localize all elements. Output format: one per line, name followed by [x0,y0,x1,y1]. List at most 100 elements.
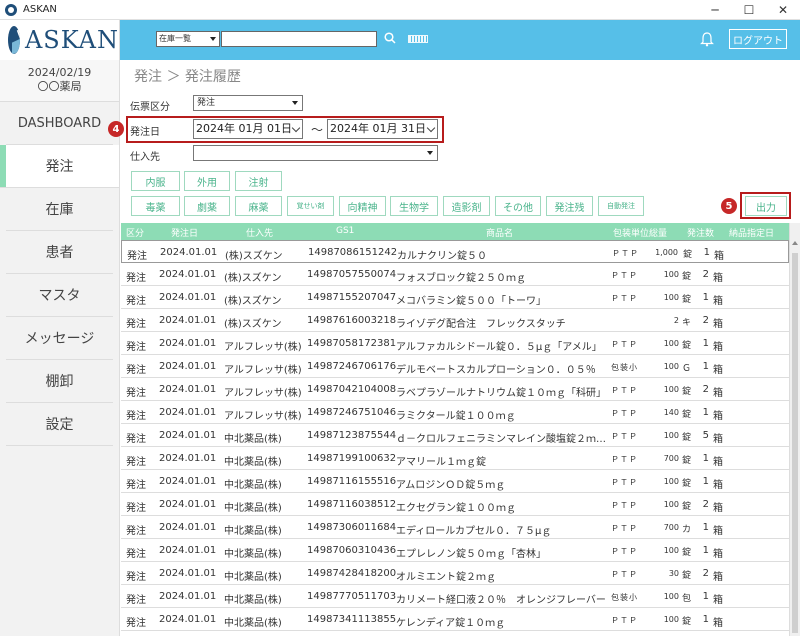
scroll-thumb[interactable] [792,253,798,633]
sidebar-item-settings[interactable]: 設定 [6,403,113,446]
filter-powerful-button[interactable]: 劇薬 [184,196,230,216]
row-quantity: 140 [663,408,679,417]
table-row[interactable]: 発注 2024.01.01 アルフレッサ(株) 14987246751046 ラミクター… [121,401,789,424]
table-row[interactable]: 発注 2024.01.01 中北薬品(株) 14987123875544 ｄ－クロルフェ… [121,424,789,447]
minimize-button[interactable]: ─ [698,0,732,20]
row-gs1: 14987770511703 [307,591,397,602]
row-product-name: メコバラミン錠５００「トーワ」 [396,296,546,307]
row-package: ＰＴＰ [611,455,638,464]
table-row[interactable]: 発注 2024.01.01 中北薬品(株) 14987060310436 エプレレノン錠… [121,539,789,562]
row-gs1: 14987116038512 [307,499,397,510]
filter-biological-button[interactable]: 生物学 [390,196,438,216]
row-quantity: 100 [663,293,679,302]
filter-narcotic-button[interactable]: 麻薬 [235,196,282,216]
filter-psychotropic-button[interactable]: 向精神 [339,196,386,216]
user-info: 2024/02/19 〇〇薬局 [0,60,119,102]
filter-external-button[interactable]: 外用 [184,171,230,191]
slip-type-select[interactable]: 発注 [193,95,303,111]
filter-injection-button[interactable]: 注射 [235,171,282,191]
row-product-name: カルナクリン錠５０ [397,251,487,262]
supplier-select[interactable] [193,145,438,161]
table-row[interactable]: 発注 2024.01.01 中北薬品(株) 14987199100632 アマリール１ｍ… [121,447,789,470]
bell-icon[interactable] [700,31,714,47]
col-gs1[interactable]: GS1 [336,226,354,236]
table-row[interactable]: 発注 2024.01.01 中北薬品(株) 14987116038512 エクセグラン錠… [121,493,789,516]
row-package: ＰＴＰ [611,501,638,510]
col-kind[interactable]: 区分 [126,226,144,239]
current-date: 2024/02/19 [27,66,92,79]
export-button[interactable]: 出力 [745,196,787,216]
row-kind: 発注 [126,273,146,284]
date-from-picker[interactable]: 2024年 01月 01日 [193,119,303,139]
row-date: 2024.01.01 [160,247,218,258]
row-count: 2 [702,269,709,280]
table-row[interactable]: 発注 2024.01.01 中北薬品(株) 14987306011684 エディロールカ… [121,516,789,539]
logout-button[interactable]: ログアウト [729,29,787,49]
search-category-select[interactable]: 在庫一覧 [156,31,220,47]
filter-other-button[interactable]: その他 [495,196,541,216]
filter-contrast-button[interactable]: 造影剤 [443,196,490,216]
row-count: 1 [702,591,709,602]
row-product-name: オルミエント錠２ｍｇ [396,572,496,583]
slip-type-label: 伝票区分 [130,102,170,113]
table-row[interactable]: 発注 2024.01.01 中北薬品(株) 14987428418200 オルミエント錠… [121,562,789,585]
row-supplier: 中北薬品(株) [224,618,282,629]
table-row[interactable]: 発注 2024.01.01 (株)スズケン 14987616003218 ライゾデグ配合… [121,309,789,332]
order-history-table: 区分 発注日 仕入先 GS1 商品名 包装単位総量 発注数 納品指定日 発注 20… [121,223,789,636]
table-row[interactable]: 発注 2024.01.01 (株)スズケン 14987155207047 メコバラミン錠… [121,286,789,309]
sidebar-item-order[interactable]: 発注 [0,145,119,188]
close-button[interactable]: ✕ [766,0,800,20]
keyboard-icon[interactable] [408,35,428,43]
date-to-picker[interactable]: 2024年 01月 31日 [327,119,438,139]
maximize-button[interactable]: ☐ [732,0,766,20]
row-gs1: 14987341113855 [307,614,397,625]
filter-oral-button[interactable]: 内服 [131,171,180,191]
row-package: ＰＴＰ [611,547,638,556]
row-date: 2024.01.01 [159,522,217,533]
row-product-name: エディロールカプセル０．７５μｇ [396,526,552,537]
scroll-up-icon[interactable] [792,241,798,245]
table-scrollbar[interactable] [789,223,800,636]
col-count[interactable]: 発注数 [687,226,714,239]
sidebar-item-master[interactable]: マスタ [6,274,113,317]
sidebar-item-message[interactable]: メッセージ [6,317,113,360]
row-unit: 錠 [682,617,692,627]
table-row[interactable]: 発注 2024.01.01 (株)スズケン 14987086151242 カルナクリン錠… [121,240,789,263]
col-delivery[interactable]: 納品指定日 [729,226,774,239]
table-row[interactable]: 発注 2024.01.01 中北薬品(株) 14987341113855 ケレンディア錠… [121,608,789,631]
filter-auto-order-button[interactable]: 自動発注 [598,196,644,216]
row-product-name: ラベプラゾールナトリウム錠１０ｍｇ「科研」 [396,388,606,399]
row-kind: 発注 [126,296,146,307]
table-row[interactable]: 発注 2024.01.01 中北薬品(株) 14987770511703 カリメート経口… [121,585,789,608]
table-row[interactable]: 発注 2024.01.01 アルフレッサ(株) 14987042104008 ラベプラゾ… [121,378,789,401]
row-date: 2024.01.01 [159,315,217,326]
sidebar-item-stock[interactable]: 在庫 [6,188,113,231]
col-date[interactable]: 発注日 [171,226,198,239]
row-quantity: 100 [663,339,679,348]
table-row[interactable]: 発注 2024.01.01 アルフレッサ(株) 14987058172381 アルファカ… [121,332,789,355]
sidebar-item-patient[interactable]: 患者 [6,231,113,274]
filter-stimulant-button[interactable]: 覚せい剤 [287,196,334,216]
col-product[interactable]: 商品名 [486,226,513,239]
row-product-name: カリメート経口液２０％ オレンジフレーバー [396,595,606,606]
row-unit: 錠 [682,479,692,489]
row-supplier: 中北薬品(株) [224,503,282,514]
sidebar-item-dashboard[interactable]: DASHBOARD [6,102,113,145]
store-name: 〇〇薬局 [37,80,82,93]
row-supplier: 中北薬品(株) [224,549,282,560]
row-gs1: 14987155207047 [307,292,397,303]
search-icon[interactable] [384,32,396,44]
row-package: ＰＴＰ [611,478,638,487]
table-row[interactable]: 発注 2024.01.01 中北薬品(株) 14987116155516 アムロジンＯＤ… [121,470,789,493]
table-row[interactable]: 発注 2024.01.01 アルフレッサ(株) 14987246706176 デルモベー… [121,355,789,378]
sidebar-item-inventory[interactable]: 棚卸 [6,360,113,403]
col-package[interactable]: 包装単位総量 [613,226,667,239]
row-gs1: 14987123875544 [307,430,397,441]
table-row[interactable]: 発注 2024.01.01 (株)スズケン 14987057550074 フォスブロック… [121,263,789,286]
filter-poison-button[interactable]: 毒薬 [131,196,180,216]
col-supplier[interactable]: 仕入先 [246,226,273,239]
filter-backorder-button[interactable]: 発注残 [546,196,593,216]
row-supplier: アルフレッサ(株) [224,342,302,353]
row-kind: 発注 [127,251,147,262]
search-input[interactable] [221,31,377,47]
